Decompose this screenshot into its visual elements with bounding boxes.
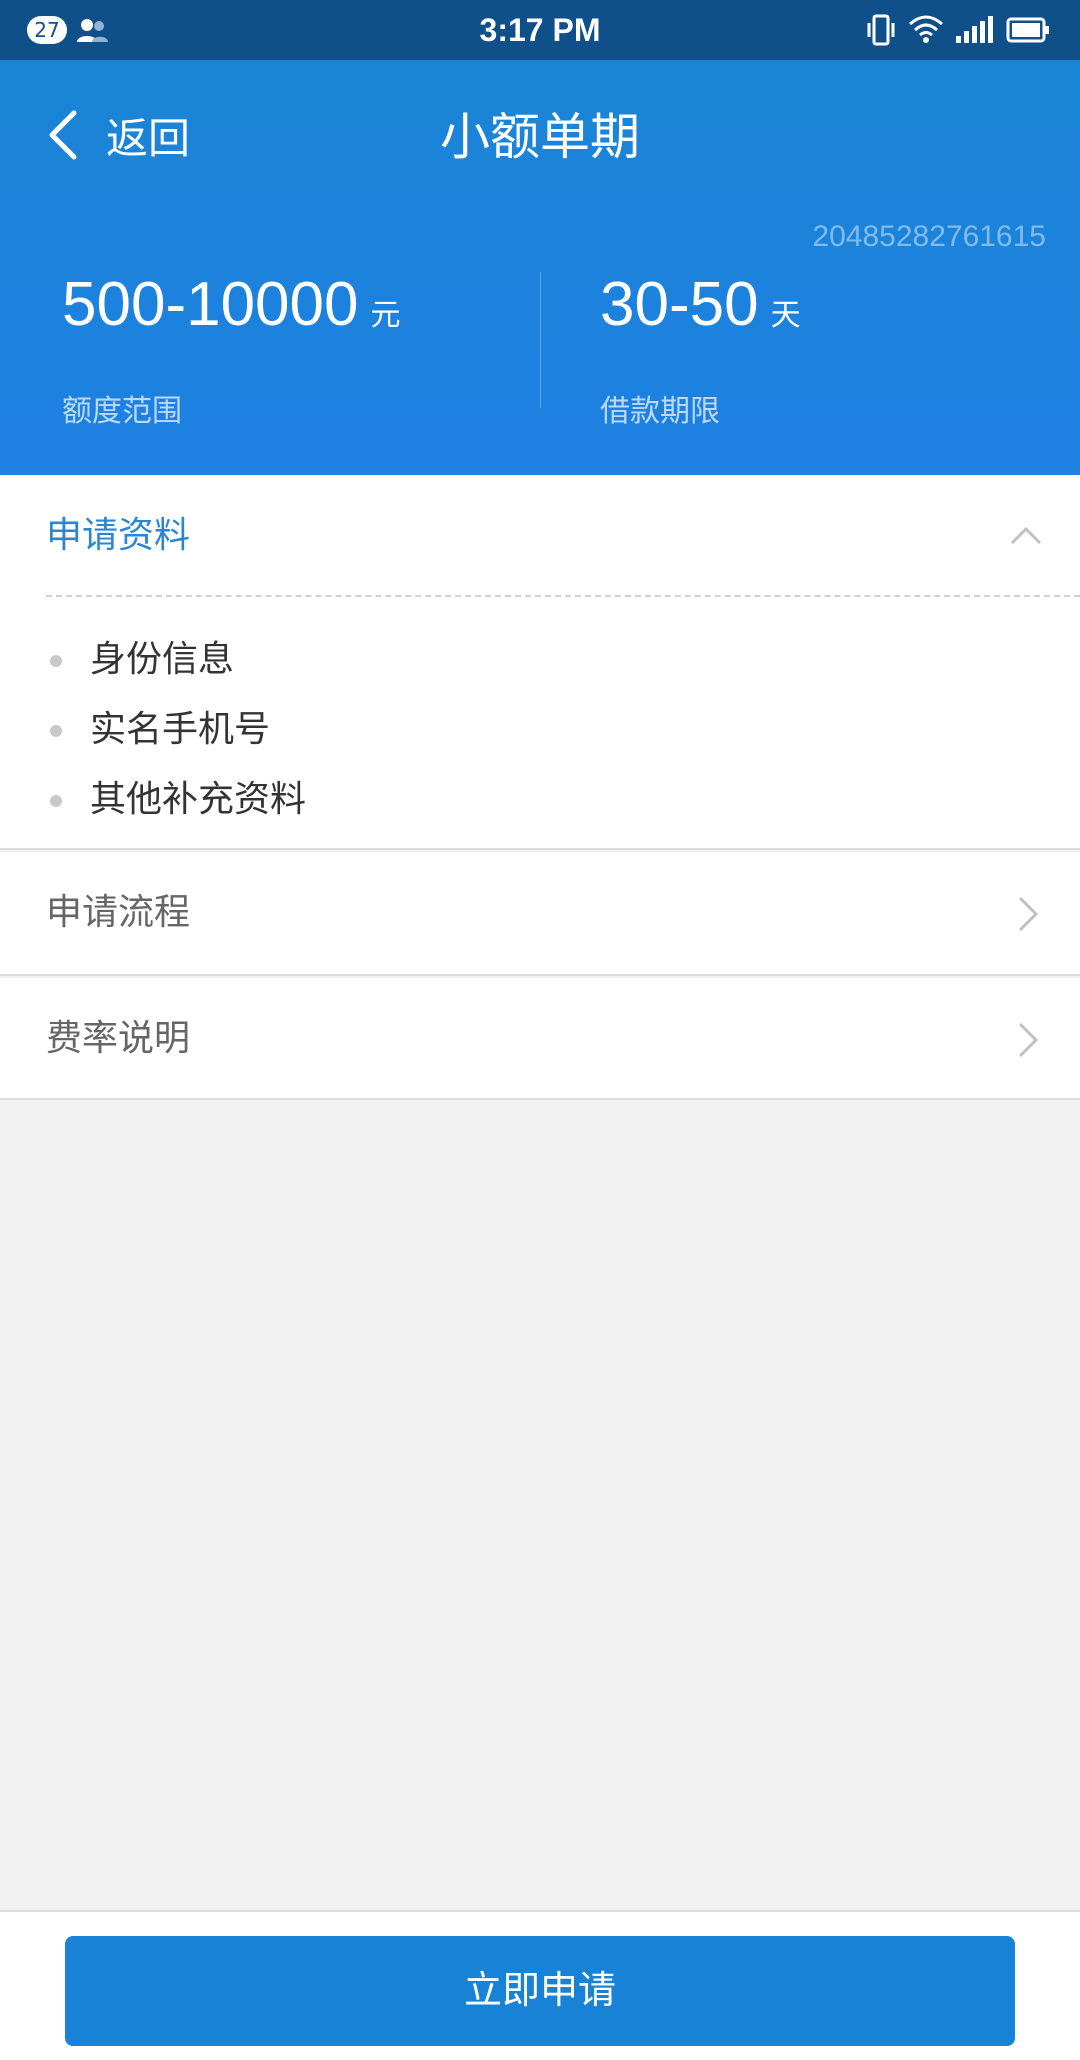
bottom-bar: 立即申请: [0, 1910, 1080, 2060]
apply-button[interactable]: 立即申请: [65, 1936, 1015, 2046]
loan-term-unit: 天: [770, 299, 801, 332]
signal-icon: [956, 16, 993, 43]
stat-divider: [540, 272, 541, 408]
materials-section: 申请资料 身份信息 实名手机号 其他补充资料: [0, 475, 1080, 850]
list-item-label: 身份信息: [90, 639, 235, 680]
bullet-dot: [50, 725, 62, 737]
process-label: 申请流程: [46, 892, 191, 933]
status-bar: 27 3:17 PM: [0, 0, 1080, 60]
amount-range-unit: 元: [370, 299, 401, 332]
rate-row[interactable]: 费率说明: [0, 978, 1080, 1100]
bullet-dot: [50, 655, 62, 667]
loan-term-value: 30-50: [600, 270, 759, 339]
rate-label: 费率说明: [46, 1018, 191, 1059]
amount-range-label: 额度范围: [62, 394, 182, 429]
dashed-divider: [46, 595, 1080, 597]
list-item-label: 其他补充资料: [90, 779, 307, 820]
process-row[interactable]: 申请流程: [0, 852, 1080, 976]
list-item: 身份信息: [0, 625, 1080, 695]
bullet-dot: [50, 795, 62, 807]
amount-range-value: 500-10000: [62, 270, 359, 339]
product-header: 返回 小额单期 20485282761615 500-10000 元 额度范围 3…: [0, 60, 1080, 475]
battery-icon: [1006, 17, 1049, 43]
list-item: 实名手机号: [0, 695, 1080, 765]
materials-title: 申请资料: [46, 515, 191, 556]
chevron-right-icon: [1018, 896, 1039, 932]
product-id: 20485282761615: [812, 220, 1046, 253]
list-item: 其他补充资料: [0, 765, 1080, 835]
amount-range: 500-10000 元 额度范围: [62, 265, 401, 430]
chevron-up-icon: [1010, 526, 1042, 545]
loan-term-label: 借款期限: [600, 394, 720, 429]
chevron-right-icon: [1018, 1022, 1039, 1058]
materials-list: 身份信息 实名手机号 其他补充资料: [0, 625, 1080, 835]
list-item-label: 实名手机号: [90, 709, 271, 750]
vibrate-icon: [867, 14, 895, 46]
wifi-icon: [909, 15, 943, 43]
loan-term: 30-50 天 借款期限: [600, 265, 801, 430]
materials-toggle[interactable]: 申请资料: [0, 475, 1080, 597]
page-title: 小额单期: [440, 108, 640, 166]
